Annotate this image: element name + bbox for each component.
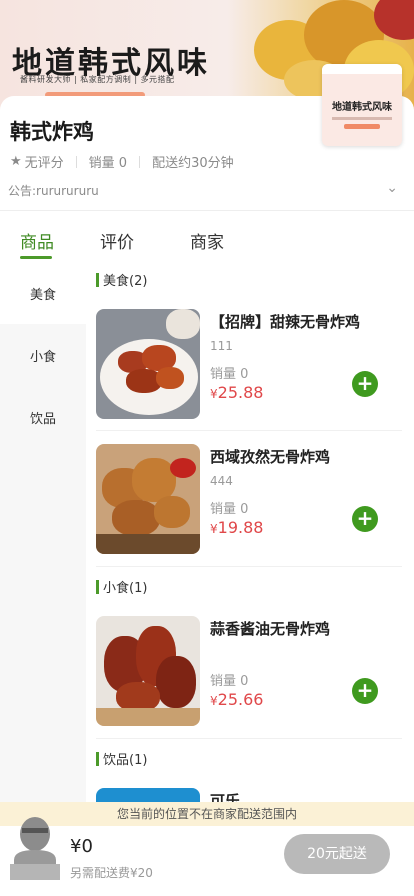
goods-name: 蒜香酱油无骨炸鸡 bbox=[210, 620, 331, 638]
meta-separator bbox=[139, 155, 141, 168]
section-title: 饮品(1) bbox=[103, 753, 148, 768]
goods-item[interactable]: 蒜香酱油无骨炸鸡 销量 0 ¥25.66 + bbox=[96, 616, 406, 728]
add-to-cart-button[interactable]: + bbox=[352, 678, 378, 704]
logo-title: 地道韩式风味 bbox=[332, 102, 392, 113]
shop-rating: 无评分 bbox=[24, 156, 64, 171]
goods-name: 可乐 bbox=[210, 792, 241, 802]
section-header-drinks: 饮品(1) bbox=[96, 749, 147, 768]
goods-image bbox=[96, 616, 200, 726]
tab-goods[interactable]: 商品 bbox=[20, 228, 54, 253]
goods-price: ¥25.66 bbox=[210, 690, 264, 709]
goods-image bbox=[96, 309, 200, 419]
goods-name: 西域孜然无骨炸鸡 bbox=[210, 448, 331, 466]
category-item-drinks[interactable]: 饮品 bbox=[0, 386, 86, 448]
shop-delivery-time: 配送约30分钟 bbox=[152, 156, 234, 171]
logo-top bbox=[322, 64, 402, 74]
checkout-button[interactable]: 20元起送 bbox=[284, 834, 390, 874]
goods-item[interactable]: 【招牌】甜辣无骨炸鸡 111 销量 0 ¥25.88 + bbox=[96, 309, 406, 421]
meta-separator bbox=[75, 155, 77, 168]
tab-merchant[interactable]: 商家 bbox=[190, 228, 224, 253]
add-to-cart-button[interactable]: + bbox=[352, 371, 378, 397]
star-icon: ★ bbox=[10, 154, 22, 169]
goods-item[interactable]: 西域孜然无骨炸鸡 444 销量 0 ¥19.88 + bbox=[96, 444, 406, 556]
banner-subtitle: 酱料研发大师 | 私家配方调制 | 多元搭配 bbox=[20, 75, 175, 84]
goods-price: ¥19.88 bbox=[210, 518, 264, 537]
goods-price: ¥25.88 bbox=[210, 383, 264, 402]
section-title: 美食(2) bbox=[103, 274, 148, 289]
section-title: 小食(1) bbox=[103, 581, 148, 596]
delivery-range-notice: 您当前的位置不在商家配送范围内 bbox=[0, 802, 414, 826]
goods-desc: 444 bbox=[210, 474, 233, 488]
shop-meta: ★ 无评分 销量 0 配送约30分钟 bbox=[10, 152, 234, 171]
section-header-food: 美食(2) bbox=[96, 270, 147, 289]
cart-icon[interactable] bbox=[8, 808, 62, 880]
chevron-down-icon[interactable]: ⌄ bbox=[386, 180, 398, 196]
goods-image bbox=[96, 788, 200, 802]
section-marker bbox=[96, 272, 99, 287]
goods-sales: 销量 0 bbox=[210, 674, 249, 689]
category-sidebar: 美食 小食 饮品 bbox=[0, 262, 86, 802]
goods-item[interactable]: 可乐 bbox=[96, 788, 406, 802]
shop-logo: 地道韩式风味 bbox=[322, 64, 402, 146]
section-marker bbox=[96, 751, 99, 766]
divider bbox=[0, 210, 414, 211]
section-marker bbox=[96, 579, 99, 594]
logo-line bbox=[332, 117, 392, 120]
cart-bar: ¥0 另需配送费¥20 20元起送 bbox=[0, 817, 414, 896]
goods-name: 【招牌】甜辣无骨炸鸡 bbox=[210, 313, 361, 331]
shop-notice[interactable]: 公告:rururururu bbox=[8, 182, 99, 199]
delivery-fee: 另需配送费¥20 bbox=[70, 866, 153, 880]
row-divider bbox=[96, 566, 402, 567]
shop-sales: 销量 0 bbox=[88, 156, 128, 171]
tab-underline bbox=[20, 256, 52, 259]
add-to-cart-button[interactable]: + bbox=[352, 506, 378, 532]
section-header-snacks: 小食(1) bbox=[96, 577, 147, 596]
goods-sales: 销量 0 bbox=[210, 367, 249, 382]
shop-name: 韩式炸鸡 bbox=[10, 120, 94, 144]
cart-total: ¥0 bbox=[70, 836, 93, 857]
row-divider bbox=[96, 738, 402, 739]
row-divider bbox=[96, 430, 402, 431]
goods-desc: 111 bbox=[210, 339, 233, 353]
logo-bar bbox=[344, 124, 380, 129]
category-item-snacks[interactable]: 小食 bbox=[0, 324, 86, 386]
tab-reviews[interactable]: 评价 bbox=[100, 228, 134, 253]
goods-sales: 销量 0 bbox=[210, 502, 249, 517]
goods-image bbox=[96, 444, 200, 554]
category-item-food[interactable]: 美食 bbox=[0, 262, 86, 324]
